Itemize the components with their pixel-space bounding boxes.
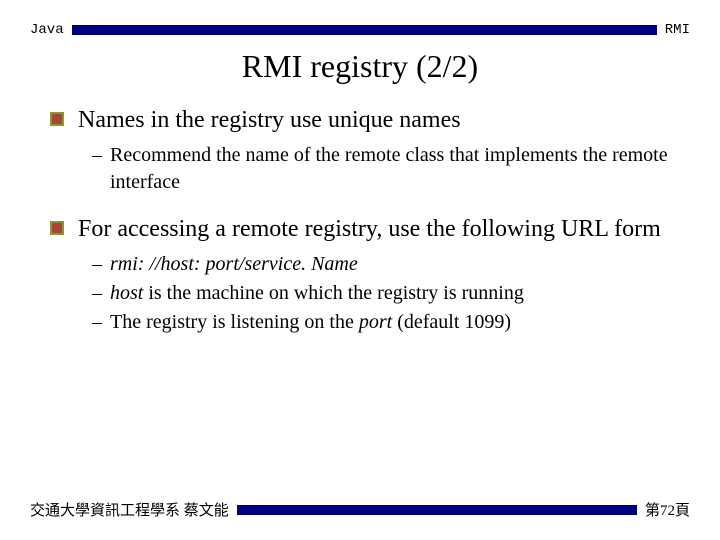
port-italic: port — [359, 311, 392, 333]
dash-icon: – — [92, 142, 102, 169]
sub-item: – Recommend the name of the remote class… — [92, 142, 670, 196]
header-bar — [72, 25, 657, 35]
sub-list: – rmi: //host: port/service. Name – host… — [92, 251, 670, 336]
sub-list: – Recommend the name of the remote class… — [92, 142, 670, 196]
bullet-item: For accessing a remote registry, use the… — [50, 214, 670, 245]
port-suffix: (default 1099) — [392, 311, 511, 333]
sub-text: host is the machine on which the registr… — [110, 280, 524, 307]
sub-text: The registry is listening on the port (d… — [110, 309, 511, 336]
header-right-label: RMI — [657, 22, 690, 38]
sub-item: – The registry is listening on the port … — [92, 309, 670, 336]
dash-icon: – — [92, 280, 102, 307]
footer-left-label: 交通大學資訊工程學系 蔡文能 — [30, 499, 237, 520]
sub-text: Recommend the name of the remote class t… — [110, 142, 670, 196]
port-prefix: The registry is listening on the — [110, 311, 359, 333]
sub-item: – host is the machine on which the regis… — [92, 280, 670, 307]
bullet-icon — [50, 112, 64, 126]
bullet-icon — [50, 221, 64, 235]
bullet-text: Names in the registry use unique names — [78, 105, 461, 136]
host-italic: host — [110, 282, 143, 304]
bullet-item: Names in the registry use unique names — [50, 105, 670, 136]
footer-bar — [237, 505, 637, 515]
sub-item: – rmi: //host: port/service. Name — [92, 251, 670, 278]
bullet-text: For accessing a remote registry, use the… — [78, 214, 661, 245]
sub-text: rmi: //host: port/service. Name — [110, 251, 358, 278]
content-area: Names in the registry use unique names –… — [0, 85, 720, 336]
footer: 交通大學資訊工程學系 蔡文能 第72頁 — [0, 499, 720, 520]
header: Java RMI — [0, 0, 720, 38]
dash-icon: – — [92, 251, 102, 278]
header-left-label: Java — [30, 22, 72, 38]
footer-right-label: 第72頁 — [637, 499, 690, 520]
dash-icon: – — [92, 309, 102, 336]
host-rest: is the machine on which the registry is … — [143, 282, 523, 304]
slide-title: RMI registry (2/2) — [0, 48, 720, 85]
